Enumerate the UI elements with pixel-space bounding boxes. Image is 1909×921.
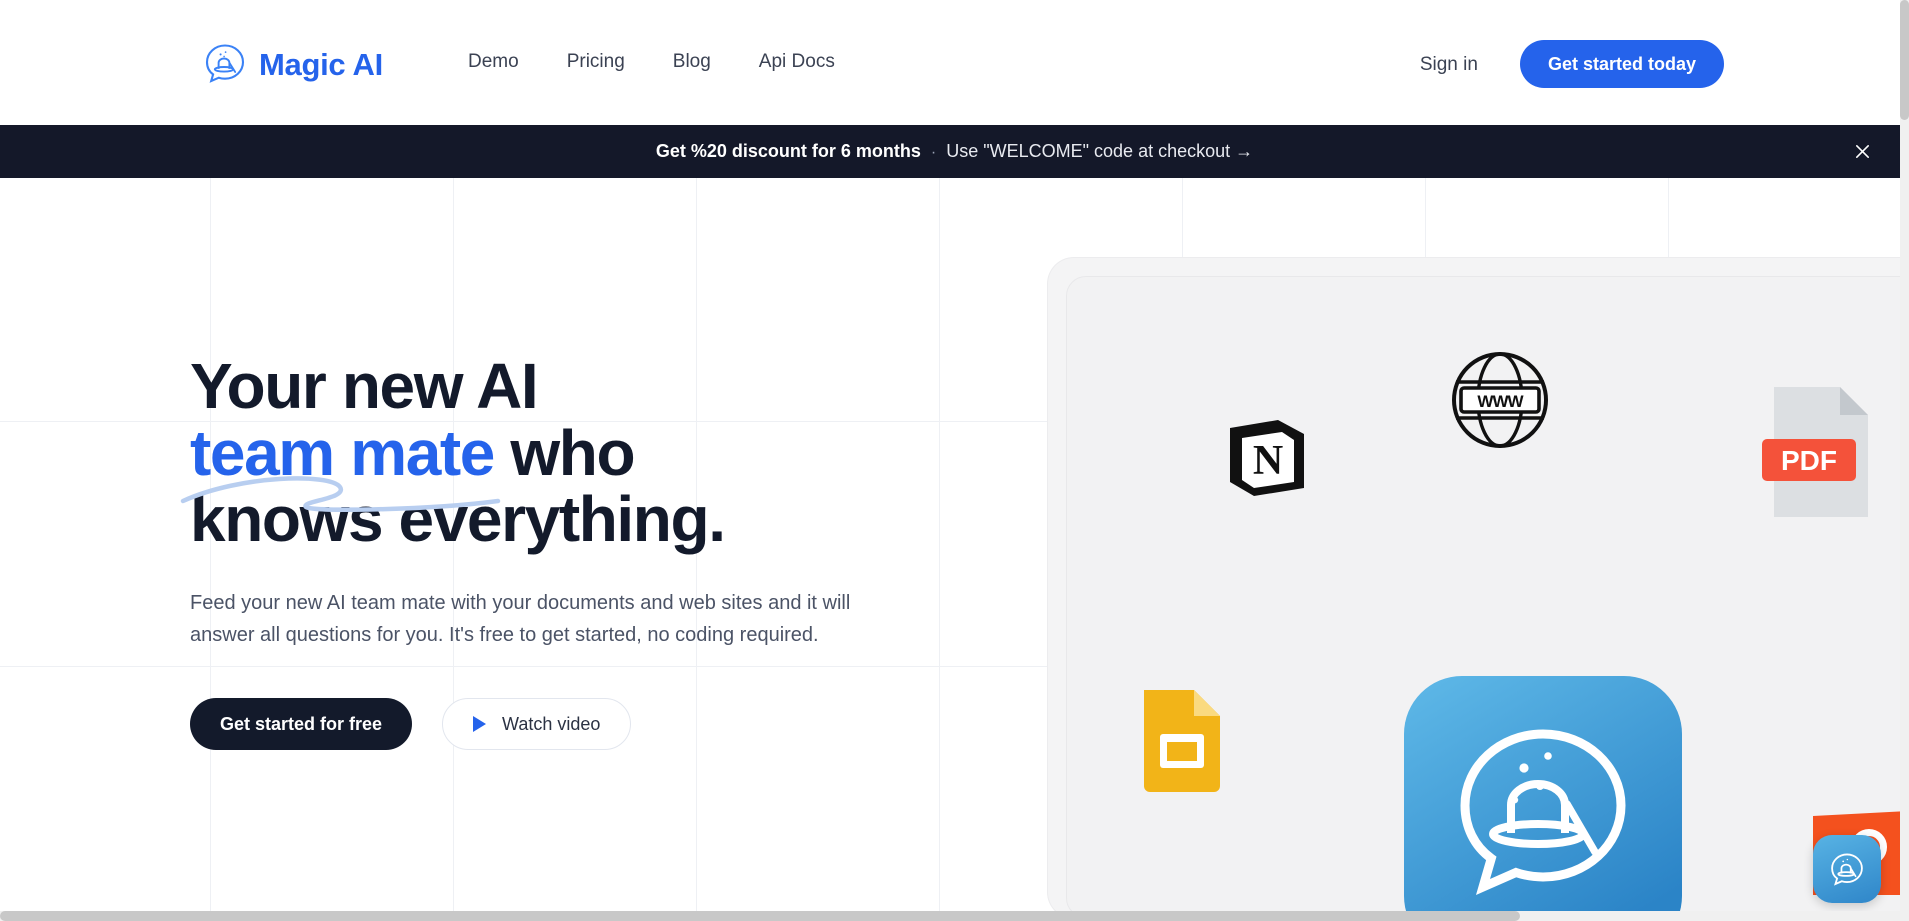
- header-actions: Sign in Get started today: [1420, 40, 1724, 88]
- hero-illustration: N WWW PDF: [1048, 258, 1909, 921]
- magic-ai-app-icon: [1404, 676, 1682, 921]
- nav-item-blog[interactable]: Blog: [673, 52, 711, 71]
- page-title: Your new AI team mate who knows everythi…: [180, 350, 950, 556]
- watch-video-button[interactable]: Watch video: [442, 697, 632, 750]
- hero-subtext: Feed your new AI team mate with your doc…: [190, 591, 851, 647]
- announcement-bold-text: Get %20 discount for 6 months: [655, 141, 921, 161]
- announcement-rest-text: Use "WELCOME" code at checkout →: [946, 141, 1254, 161]
- svg-text:WWW: WWW: [1477, 392, 1524, 411]
- vertical-scrollbar-thumb[interactable]: [1900, 0, 1909, 120]
- announcement-banner[interactable]: Get %20 discount for 6 months · Use "WEL…: [0, 125, 1909, 178]
- sign-in-link[interactable]: Sign in: [1420, 55, 1478, 74]
- svg-text:N: N: [1253, 438, 1283, 484]
- headline-accent: team mate: [190, 416, 495, 489]
- announcement-text: Get %20 discount for 6 months · Use "WEL…: [656, 141, 1253, 162]
- nav-item-api-docs[interactable]: Api Docs: [759, 52, 835, 71]
- horizontal-scrollbar[interactable]: [0, 911, 1909, 921]
- svg-text:PDF: PDF: [1781, 445, 1837, 476]
- watch-video-label: Watch video: [502, 713, 601, 734]
- pdf-file-icon: PDF: [1760, 383, 1880, 521]
- primary-nav: Demo Pricing Blog Api Docs: [468, 52, 835, 71]
- hero-copy: Your new AI team mate who knows everythi…: [180, 350, 950, 750]
- get-started-today-button[interactable]: Get started today: [1519, 40, 1724, 88]
- google-slides-icon: [1136, 686, 1226, 796]
- brand-name: Magic AI: [259, 46, 383, 82]
- nav-item-demo[interactable]: Demo: [468, 52, 519, 71]
- get-started-for-free-button[interactable]: Get started for free: [190, 697, 413, 750]
- web-globe-icon: WWW: [1448, 348, 1552, 452]
- site-header: Magic AI Demo Pricing Blog Api Docs Sign…: [0, 0, 1909, 125]
- hero-section: Your new AI team mate who knows everythi…: [0, 178, 1909, 921]
- horizontal-scrollbar-thumb[interactable]: [0, 911, 1520, 921]
- magic-hat-chat-bubble-icon: [203, 42, 247, 86]
- hero-cta-row: Get started for free Watch video: [190, 697, 950, 750]
- notion-icon: N: [1220, 408, 1312, 500]
- vertical-scrollbar[interactable]: [1900, 0, 1909, 921]
- play-icon: [473, 715, 487, 732]
- nav-item-pricing[interactable]: Pricing: [567, 52, 625, 71]
- headline-line-3: knows everything.: [190, 483, 726, 556]
- headline-line-2-tail: who: [494, 416, 635, 489]
- announcement-separator: ·: [930, 144, 937, 161]
- chat-widget-button[interactable]: [1813, 835, 1881, 903]
- headline-line-1: Your new AI: [190, 350, 539, 422]
- brand-logo-link[interactable]: Magic AI: [203, 42, 383, 86]
- landing-page: Magic AI Demo Pricing Blog Api Docs Sign…: [0, 0, 1909, 921]
- close-icon[interactable]: [1847, 137, 1877, 167]
